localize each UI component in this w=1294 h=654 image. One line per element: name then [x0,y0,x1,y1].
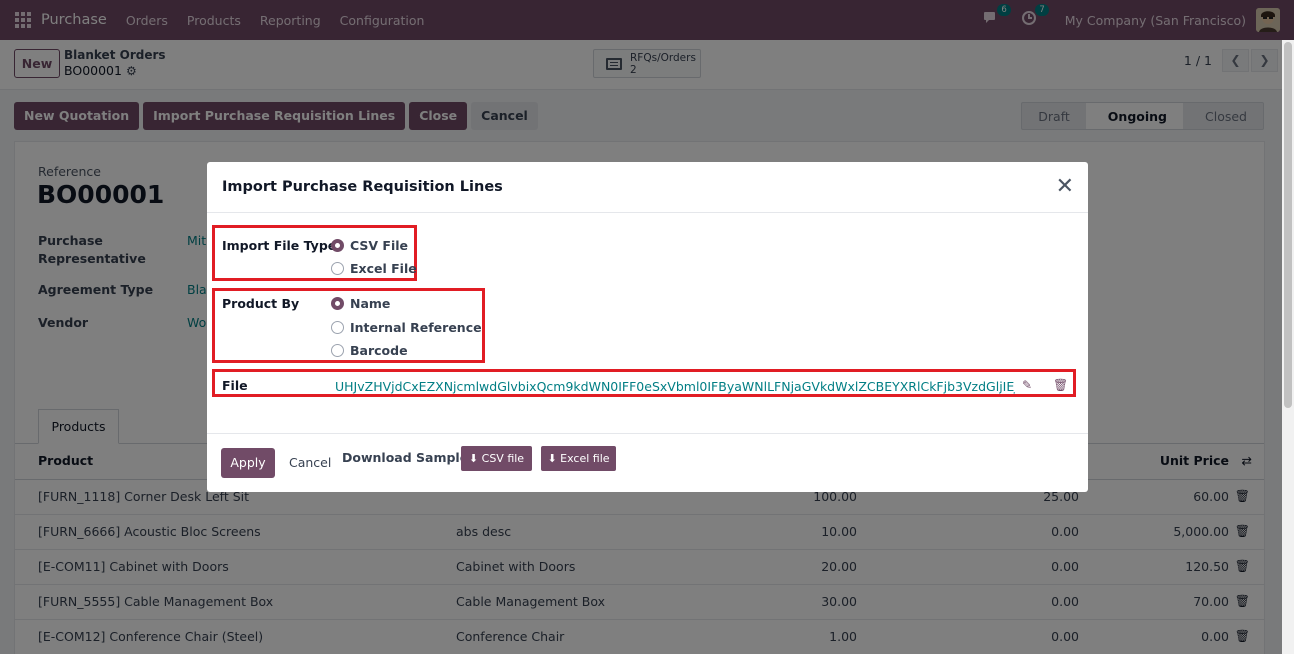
radio-name-label: Name [350,296,391,311]
radio-unselected-icon [331,321,344,334]
radio-barcode-label: Barcode [350,343,408,358]
radio-selected-icon [331,297,344,310]
import-file-type-label: Import File Type [222,238,337,253]
file-label: File [222,378,248,393]
download-icon: ⬇ [547,452,557,465]
dialog-header: Import Purchase Requisition Lines ✕ [207,162,1088,213]
dialog-title: Import Purchase Requisition Lines [222,179,503,195]
apply-button[interactable]: Apply [221,448,275,478]
scrollbar-thumb[interactable] [1284,42,1292,408]
pencil-icon[interactable]: ✎ [1022,378,1032,392]
product-by-label: Product By [222,296,300,311]
radio-barcode[interactable]: Barcode [331,343,408,358]
close-icon[interactable]: ✕ [1056,176,1074,198]
radio-internal-reference[interactable]: Internal Reference [331,320,482,335]
trash-icon[interactable]: 🗑 [1053,378,1068,392]
radio-unselected-icon [331,344,344,357]
radio-csv-label: CSV File [350,238,409,253]
excel-sample-button[interactable]: ⬇ Excel file [541,446,616,471]
radio-excel-label: Excel File [350,261,417,276]
radio-internal-reference-label: Internal Reference [350,320,482,335]
radio-excel-file[interactable]: Excel File [331,261,417,276]
dialog-cancel-button[interactable]: Cancel [289,455,331,470]
radio-csv-file[interactable]: CSV File [331,238,408,253]
dialog-footer: Apply Cancel Download Sample: ⬇ CSV file… [207,433,1088,492]
import-dialog: Import Purchase Requisition Lines ✕ Impo… [207,162,1088,492]
download-icon: ⬇ [468,452,479,465]
radio-unselected-icon [331,262,344,275]
radio-name[interactable]: Name [331,296,390,311]
radio-selected-icon [331,239,344,252]
excel-sample-label: Excel file [560,452,610,465]
csv-sample-button[interactable]: ⬇ CSV file [461,446,532,471]
file-value[interactable]: UHJvZHVjdCxEZXNjcmlwdGlvbixQcm9kdWN0IFF0… [335,379,1015,394]
download-sample-label: Download Sample: [342,450,474,465]
csv-sample-label: CSV file [481,452,525,465]
